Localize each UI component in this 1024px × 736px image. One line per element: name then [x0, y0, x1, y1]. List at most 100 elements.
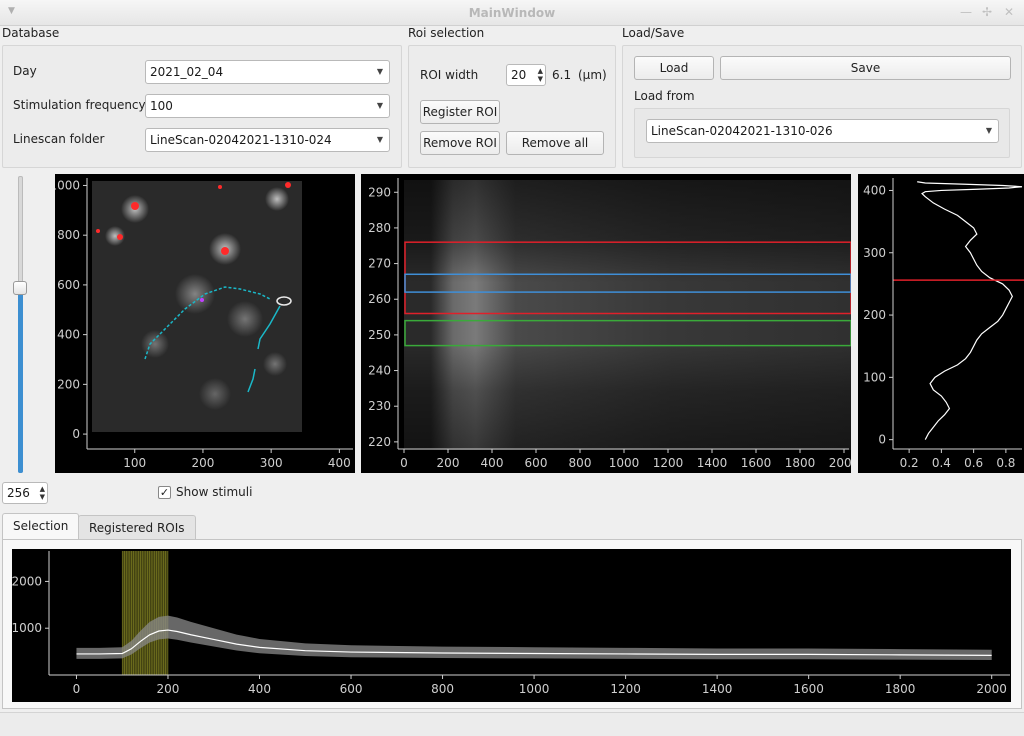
x-tick-label: 1000: [519, 682, 550, 696]
spin-up-icon[interactable]: ▲: [40, 485, 45, 493]
slice-spinbox[interactable]: 256 ▲ ▼: [2, 482, 48, 504]
x-tick-label: 200: [157, 682, 180, 696]
x-tick-label: 800: [431, 682, 454, 696]
x-tick-label: 0: [400, 456, 408, 470]
y-tick-label: 240: [368, 364, 391, 378]
y-tick-label: 300: [863, 246, 886, 260]
save-button[interactable]: Save: [720, 56, 1011, 80]
y-tick-label: 0: [72, 427, 80, 441]
spin-down-icon[interactable]: ▼: [538, 75, 543, 83]
x-tick-label: 1000: [609, 456, 640, 470]
image-plot[interactable]: 0 200 400 600 800 1000 100 200 300 400: [55, 174, 355, 473]
x-tick-label: 600: [340, 682, 363, 696]
frequency-value: 100: [150, 99, 173, 113]
loadsave-group-title: Load/Save: [622, 26, 685, 40]
x-tick-label: 100: [123, 456, 146, 470]
x-tick-label: 2000: [829, 456, 851, 470]
y-tick-label: 1000: [12, 621, 42, 635]
roi-width-label: ROI width: [420, 68, 479, 82]
y-tick-label: 2000: [12, 574, 42, 588]
profile-plot[interactable]: 0 100 200 300 400 0.2 0.4 0.6 0.8: [858, 174, 1024, 473]
x-tick-label: 300: [260, 456, 283, 470]
y-tick-label: 200: [863, 308, 886, 322]
chevron-down-icon: ▼: [985, 126, 992, 135]
load-from-value: LineScan-02042021-1310-026: [651, 124, 833, 138]
x-tick-label: 0.6: [964, 456, 983, 470]
chevron-down-icon: ▼: [376, 67, 383, 76]
load-button[interactable]: Load: [634, 56, 714, 80]
minimize-icon[interactable]: —: [960, 5, 972, 19]
maximize-icon[interactable]: ✢: [982, 5, 992, 19]
day-combo[interactable]: 2021_02_04 ▼: [145, 60, 390, 84]
tab-registered-rois[interactable]: Registered ROIs: [78, 515, 196, 541]
y-tick-label: 290: [368, 185, 391, 199]
show-stimuli-label: Show stimuli: [176, 485, 253, 499]
x-tick-label: 0.2: [900, 456, 919, 470]
trace-plot[interactable]: 1000 2000 0 200 400 600 800 1000 1200 1400 1600 180…: [12, 549, 1011, 702]
y-tick-label: 100: [863, 370, 886, 384]
y-tick-label: 400: [57, 328, 80, 342]
linescan-folder-label: Linescan folder: [13, 132, 105, 146]
stimulation-frequency-combo[interactable]: 100 ▼: [145, 94, 390, 118]
database-group-title: Database: [2, 26, 60, 40]
x-tick-label: 1200: [610, 682, 641, 696]
x-tick-label: 400: [481, 456, 504, 470]
x-tick-label: 1800: [785, 456, 816, 470]
linescan-folder-combo[interactable]: LineScan-02042021-1310-024 ▼: [145, 128, 390, 152]
chevron-down-icon: ▼: [376, 135, 383, 144]
x-tick-label: 2000: [976, 682, 1007, 696]
slice-slider-handle[interactable]: [13, 281, 27, 295]
window-title: MainWindow: [468, 6, 556, 20]
roi-width-um: 6.1: [552, 68, 572, 82]
close-icon[interactable]: ✕: [1004, 5, 1014, 19]
x-tick-label: 800: [569, 456, 592, 470]
x-tick-label: 1600: [793, 682, 824, 696]
roi-width-unit: (µm): [578, 68, 607, 82]
slice-value: 256: [7, 486, 30, 500]
spin-down-icon[interactable]: ▼: [40, 493, 45, 501]
register-roi-button[interactable]: Register ROI: [420, 100, 500, 124]
y-tick-label: 280: [368, 221, 391, 235]
x-tick-label: 400: [248, 682, 271, 696]
remove-all-button[interactable]: Remove all: [506, 131, 604, 155]
x-tick-label: 1400: [702, 682, 733, 696]
day-label: Day: [13, 64, 37, 78]
trace-content: [76, 551, 992, 675]
x-tick-label: 1600: [741, 456, 772, 470]
x-tick-label: 0: [73, 682, 81, 696]
day-value: 2021_02_04: [150, 65, 224, 79]
profile-curve: [917, 181, 1023, 440]
remove-roi-button[interactable]: Remove ROI: [420, 131, 500, 155]
x-tick-label: 400: [328, 456, 351, 470]
x-tick-label: 1200: [653, 456, 684, 470]
y-tick-label: 260: [368, 292, 391, 306]
tab-selection[interactable]: Selection: [2, 513, 80, 540]
show-stimuli-checkbox[interactable]: ✓: [158, 486, 171, 499]
y-tick-label: 400: [863, 183, 886, 197]
profile-axes: 0 100 200 300 400 0.2 0.4 0.6 0.8: [863, 178, 1022, 470]
window-menu-icon[interactable]: ▼: [8, 6, 15, 16]
x-tick-label: 0.4: [932, 456, 951, 470]
spin-up-icon[interactable]: ▲: [538, 67, 543, 75]
load-from-combo[interactable]: LineScan-02042021-1310-026 ▼: [646, 119, 999, 143]
x-tick-label: 200: [437, 456, 460, 470]
x-tick-label: 1800: [885, 682, 916, 696]
roi-width-spinbox[interactable]: 20 ▲ ▼: [506, 64, 546, 86]
y-tick-label: 250: [368, 328, 391, 342]
slice-slider-fill: [18, 290, 23, 473]
folder-value: LineScan-02042021-1310-024: [150, 133, 332, 147]
y-tick-label: 270: [368, 257, 391, 271]
y-tick-label: 1000: [55, 178, 80, 192]
profile-line: [893, 181, 1024, 440]
title-bar: ▼ MainWindow — ✢ ✕: [0, 0, 1024, 26]
y-tick-label: 230: [368, 399, 391, 413]
load-from-label: Load from: [634, 89, 695, 103]
kymograph-plot[interactable]: 220 230 240 250 260 270 280 290 0 200 400 600 800 100…: [361, 174, 851, 473]
x-tick-label: 600: [525, 456, 548, 470]
chevron-down-icon: ▼: [376, 101, 383, 110]
x-tick-label: 0.8: [996, 456, 1015, 470]
x-tick-label: 1400: [697, 456, 728, 470]
roi-width-value: 20: [511, 68, 527, 82]
y-tick-label: 200: [57, 377, 80, 391]
roi-group-title: Roi selection: [408, 26, 485, 40]
